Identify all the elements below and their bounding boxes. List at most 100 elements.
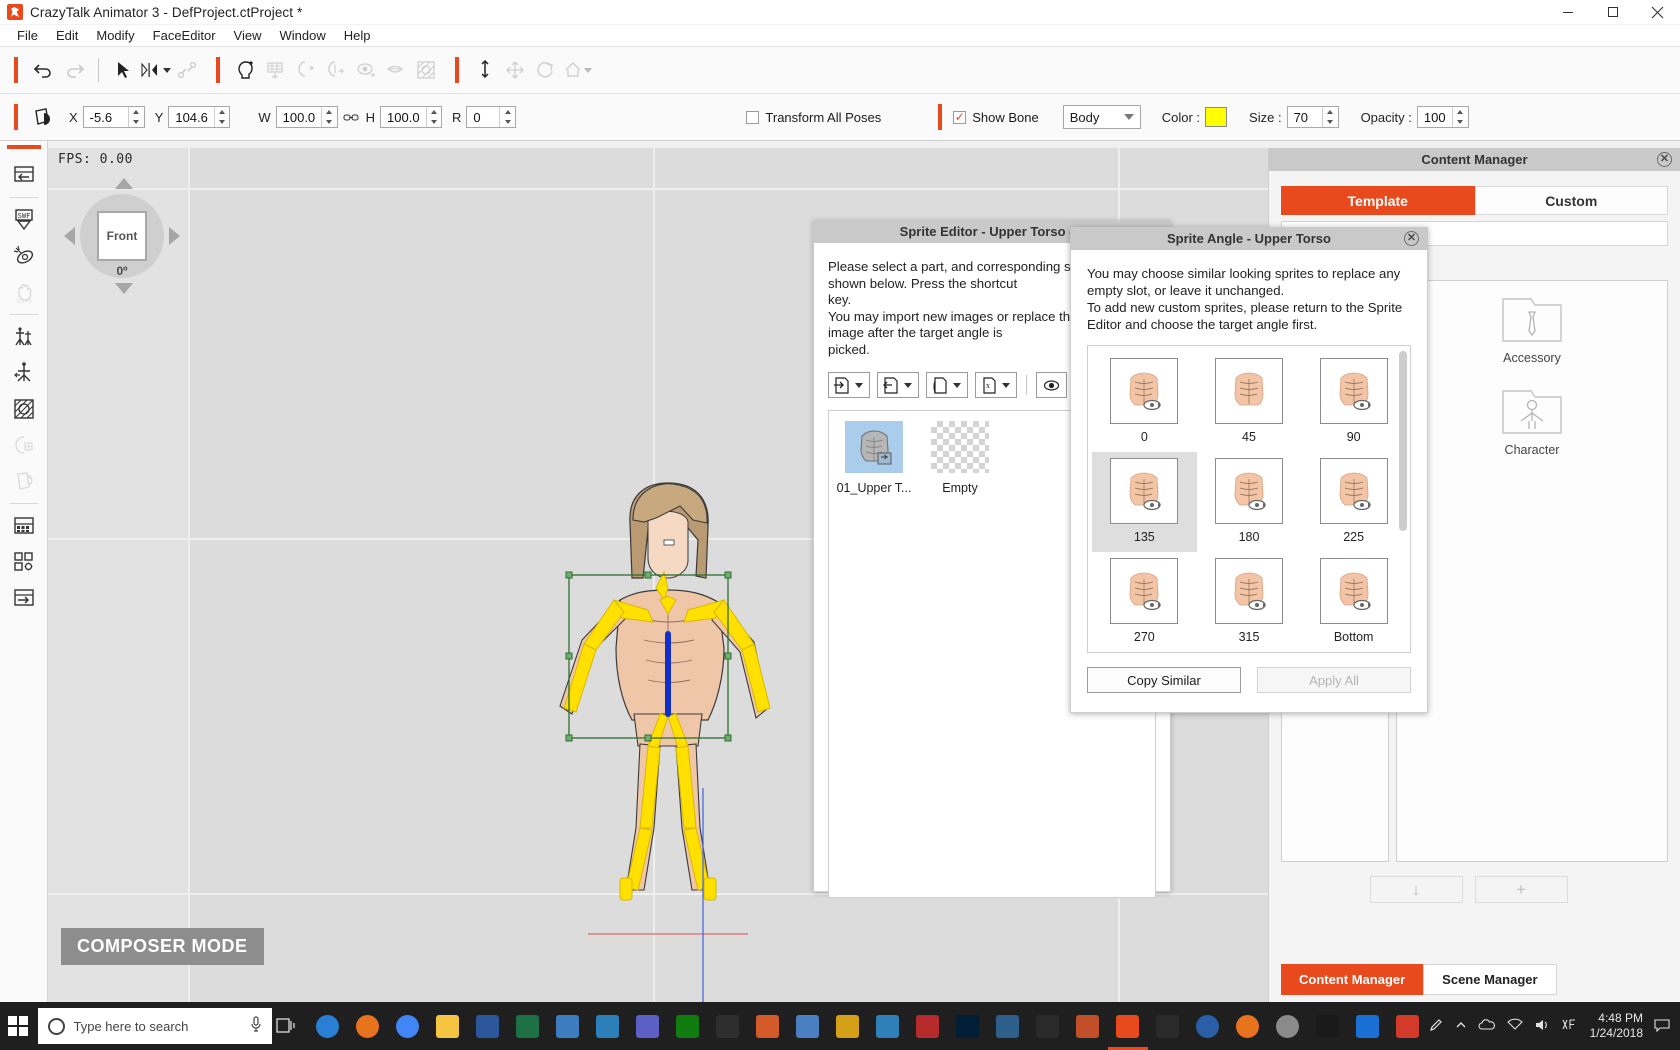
crazytalk-app[interactable] bbox=[1107, 1006, 1148, 1050]
angle-grid-scrollbar[interactable] bbox=[1399, 351, 1407, 645]
g1g2-hand-icon[interactable]: G1+2 bbox=[7, 274, 41, 310]
ai-app[interactable] bbox=[1148, 1006, 1188, 1046]
show-hidden-icons[interactable] bbox=[1455, 1019, 1467, 1034]
y-field[interactable]: 104.6 bbox=[168, 106, 231, 128]
opacity-field[interactable]: 100 bbox=[1416, 106, 1469, 128]
affinity-app[interactable] bbox=[1188, 1006, 1228, 1046]
transform-all-poses-checkbox[interactable]: Transform All Poses bbox=[746, 110, 881, 125]
bone-color-swatch[interactable] bbox=[1205, 107, 1228, 127]
mesh-deform-icon[interactable] bbox=[7, 391, 41, 427]
folder-accessory[interactable]: Accessory bbox=[1501, 295, 1563, 365]
face-puppet-icon[interactable] bbox=[7, 427, 41, 463]
sprite-flip-icon[interactable] bbox=[7, 463, 41, 499]
angle-cell-90[interactable]: 90 bbox=[1301, 352, 1406, 452]
task-view-icon[interactable] bbox=[272, 1006, 302, 1046]
store-app[interactable] bbox=[788, 1006, 828, 1046]
xbox-app[interactable] bbox=[668, 1006, 708, 1046]
menu-file[interactable]: File bbox=[8, 26, 47, 45]
angle-cell-315[interactable]: 315 bbox=[1197, 552, 1302, 652]
vscode-app[interactable] bbox=[988, 1006, 1028, 1046]
angle-cell-135[interactable]: 135 bbox=[1092, 452, 1197, 552]
menu-modify[interactable]: Modify bbox=[87, 26, 143, 45]
link-icon[interactable] bbox=[172, 55, 202, 85]
import-sprite-button[interactable] bbox=[828, 372, 870, 398]
add-button[interactable]: + bbox=[1474, 876, 1568, 903]
angle-cell-45[interactable]: 45 bbox=[1197, 352, 1302, 452]
sprite-item-empty[interactable]: Empty bbox=[925, 421, 995, 887]
texture-icon[interactable] bbox=[411, 55, 441, 85]
h-stepper[interactable] bbox=[425, 107, 442, 127]
sprite-sheet-icon[interactable] bbox=[7, 508, 41, 544]
onedrive-icon[interactable] bbox=[1478, 1018, 1496, 1034]
mirror-icon[interactable] bbox=[138, 55, 172, 85]
angle-grid-container[interactable]: 0 45 90 135 180 225 270 315 Bottom bbox=[1087, 345, 1411, 653]
start-button[interactable] bbox=[0, 1002, 36, 1050]
firefox-app[interactable] bbox=[348, 1006, 388, 1046]
move-icon[interactable] bbox=[500, 55, 530, 85]
angle-cell-bottom[interactable]: Bottom bbox=[1301, 552, 1406, 652]
bone-icon[interactable] bbox=[470, 55, 500, 85]
angle-cell-next-row[interactable] bbox=[1092, 652, 1197, 653]
size-stepper[interactable] bbox=[1321, 107, 1338, 127]
duplicate-sprite-button[interactable] bbox=[926, 372, 968, 398]
sprite-transform-icon[interactable] bbox=[29, 102, 59, 132]
network-icon[interactable] bbox=[1506, 1018, 1523, 1034]
zbrush-app[interactable] bbox=[1268, 1006, 1308, 1046]
x-field[interactable]: -5.6 bbox=[82, 106, 145, 128]
download-button[interactable]: ↓ bbox=[1369, 876, 1463, 903]
tab-template[interactable]: Template bbox=[1281, 186, 1475, 215]
blender-app[interactable] bbox=[588, 1006, 628, 1046]
edge-app[interactable] bbox=[308, 1006, 348, 1046]
explorer-app[interactable] bbox=[428, 1006, 468, 1046]
w-field[interactable]: 100.0 bbox=[275, 106, 338, 128]
teams-app[interactable] bbox=[628, 1006, 668, 1046]
opacity-stepper[interactable] bbox=[1451, 107, 1468, 127]
home-icon[interactable] bbox=[560, 55, 594, 85]
replace-sprite-button[interactable] bbox=[877, 372, 919, 398]
copy-similar-button[interactable]: Copy Similar bbox=[1087, 667, 1241, 693]
sprite-item-upper-torso[interactable]: 01_Upper T... bbox=[837, 421, 911, 887]
angle-cell-270[interactable]: 270 bbox=[1092, 552, 1197, 652]
face-fit-icon[interactable] bbox=[291, 55, 321, 85]
sprite-thumbnail-empty[interactable] bbox=[931, 421, 989, 473]
menu-view[interactable]: View bbox=[225, 26, 271, 45]
volume-icon[interactable] bbox=[1534, 1018, 1550, 1035]
transform-all-poses-box[interactable] bbox=[746, 110, 760, 124]
head-icon[interactable] bbox=[231, 55, 261, 85]
angle-cell-180[interactable]: 180 bbox=[1197, 452, 1302, 552]
minimize-button[interactable] bbox=[1545, 0, 1590, 25]
speaker-app[interactable] bbox=[548, 1006, 588, 1046]
show-bone-box[interactable] bbox=[953, 110, 967, 124]
content-manager-close-icon[interactable]: ✕ bbox=[1657, 152, 1672, 167]
sprite-angle-dialog[interactable]: Sprite Angle - Upper Torso ✕ You may cho… bbox=[1070, 227, 1428, 713]
houdini-app[interactable] bbox=[1228, 1006, 1268, 1046]
menu-window[interactable]: Window bbox=[270, 26, 334, 45]
export-arrow-icon[interactable] bbox=[7, 580, 41, 616]
character-bone-icon[interactable] bbox=[7, 319, 41, 355]
sprite-thumbnail[interactable] bbox=[845, 421, 903, 473]
creative-cloud-app[interactable] bbox=[1348, 1006, 1388, 1046]
menu-faceeditor[interactable]: FaceEditor bbox=[144, 26, 225, 45]
unity-app[interactable] bbox=[708, 1006, 748, 1046]
prop-bone-icon[interactable] bbox=[7, 355, 41, 391]
h-field[interactable]: 100.0 bbox=[380, 106, 443, 128]
bottom-tab-content-manager[interactable]: Content Manager bbox=[1281, 964, 1424, 995]
particle-fx-icon[interactable] bbox=[7, 238, 41, 274]
keyboard-layout-icon[interactable] bbox=[1561, 1018, 1579, 1034]
paint3d-app[interactable] bbox=[748, 1006, 788, 1046]
chrome-app[interactable] bbox=[388, 1006, 428, 1046]
export-panel-icon[interactable] bbox=[7, 157, 41, 193]
swf-export-icon[interactable]: SWF bbox=[7, 202, 41, 238]
bottom-tab-scene-manager[interactable]: Scene Manager bbox=[1423, 964, 1557, 995]
x-stepper[interactable] bbox=[127, 107, 144, 127]
folder-character[interactable]: Character bbox=[1501, 387, 1563, 457]
maximize-button[interactable] bbox=[1590, 0, 1635, 25]
r-stepper[interactable] bbox=[499, 107, 516, 127]
notifications-icon[interactable] bbox=[1654, 1018, 1670, 1035]
angle-cell-0[interactable]: 0 bbox=[1092, 352, 1197, 452]
chain-link-icon[interactable] bbox=[338, 102, 364, 132]
r-field[interactable]: 0 bbox=[466, 106, 517, 128]
animate-app[interactable] bbox=[1388, 1006, 1428, 1046]
substance-app[interactable] bbox=[1068, 1006, 1108, 1046]
close-button[interactable] bbox=[1635, 0, 1680, 25]
